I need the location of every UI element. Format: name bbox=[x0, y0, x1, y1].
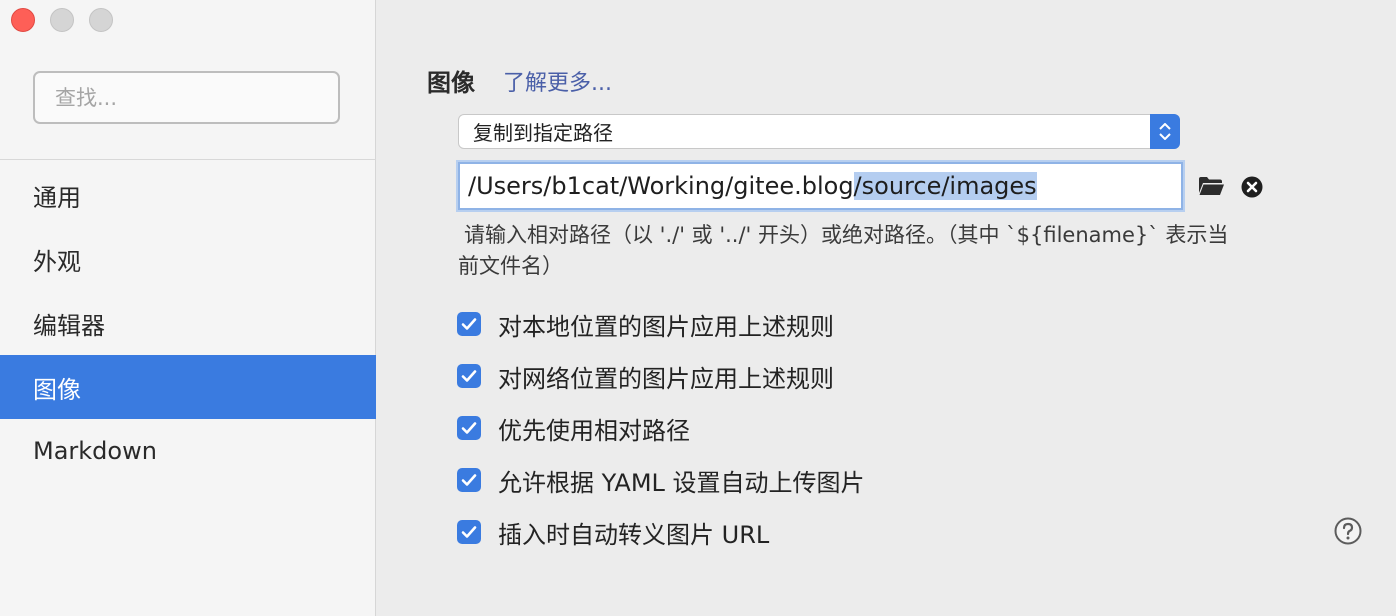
sidebar-item-editor[interactable]: 编辑器 bbox=[0, 291, 376, 355]
options-list: 对本地位置的图片应用上述规则 对网络位置的图片应用上述规则 优先使用相对路径 允… bbox=[457, 298, 865, 558]
sidebar-item-label: 图像 bbox=[33, 375, 81, 404]
minimize-window-button[interactable] bbox=[50, 8, 74, 32]
option-row[interactable]: 允许根据 YAML 设置自动上传图片 bbox=[457, 454, 865, 506]
option-label: 对网络位置的图片应用上述规则 bbox=[498, 364, 834, 393]
checkbox-checked[interactable] bbox=[457, 468, 481, 492]
checkbox-checked[interactable] bbox=[457, 312, 481, 336]
sidebar-divider bbox=[0, 159, 376, 160]
image-path-field[interactable]: /Users/b1cat/Working/gitee.blog/source/i… bbox=[458, 162, 1183, 210]
sidebar-item-label: 外观 bbox=[33, 247, 81, 276]
image-action-select[interactable]: 复制到指定路径 bbox=[458, 114, 1180, 149]
preferences-window: 通用 外观 编辑器 图像 Markdown 图像 了解更多... 复制到指定路径 bbox=[0, 0, 1396, 616]
checkbox-checked[interactable] bbox=[457, 364, 481, 388]
maximize-window-button[interactable] bbox=[89, 8, 113, 32]
sidebar-nav: 通用 外观 编辑器 图像 Markdown bbox=[0, 163, 376, 483]
clear-icon[interactable] bbox=[1241, 176, 1263, 198]
folder-icon[interactable] bbox=[1198, 176, 1225, 196]
sidebar-item-label: Markdown bbox=[33, 437, 157, 465]
help-icon[interactable] bbox=[1334, 517, 1362, 545]
option-label: 允许根据 YAML 设置自动上传图片 bbox=[498, 468, 865, 497]
sidebar-item-image[interactable]: 图像 bbox=[0, 355, 376, 419]
sidebar: 通用 外观 编辑器 图像 Markdown bbox=[0, 0, 376, 616]
checkmark-icon bbox=[461, 370, 477, 382]
option-label: 优先使用相对路径 bbox=[498, 416, 690, 445]
stepper-icon[interactable] bbox=[1150, 114, 1180, 149]
path-hint: 请输入相对路径（以 './' 或 '../' 开头）或绝对路径。（其中 `${f… bbox=[458, 220, 1348, 282]
checkmark-icon bbox=[461, 526, 477, 538]
search-box[interactable] bbox=[33, 71, 340, 124]
path-selected-text: /source/images bbox=[853, 172, 1037, 200]
path-text: /Users/b1cat/Working/gitee.blog bbox=[468, 172, 854, 200]
checkmark-icon bbox=[461, 422, 477, 434]
option-row[interactable]: 插入时自动转义图片 URL bbox=[457, 506, 865, 558]
sidebar-item-label: 编辑器 bbox=[33, 311, 105, 340]
search-input[interactable] bbox=[53, 84, 338, 111]
sidebar-item-markdown[interactable]: Markdown bbox=[0, 419, 376, 483]
settings-panel: 图像 了解更多... 复制到指定路径 /Users/b1cat/Working/… bbox=[377, 0, 1396, 616]
close-window-button[interactable] bbox=[11, 8, 35, 32]
option-label: 对本地位置的图片应用上述规则 bbox=[498, 312, 834, 341]
option-row[interactable]: 对网络位置的图片应用上述规则 bbox=[457, 350, 865, 402]
learn-more-link[interactable]: 了解更多... bbox=[503, 65, 612, 97]
sidebar-item-appearance[interactable]: 外观 bbox=[0, 227, 376, 291]
option-label: 插入时自动转义图片 URL bbox=[498, 520, 770, 549]
checkbox-checked[interactable] bbox=[457, 520, 481, 544]
path-hint-line1: 请输入相对路径（以 './' 或 '../' 开头）或绝对路径。（其中 `${f… bbox=[464, 223, 1229, 247]
window-controls bbox=[11, 8, 113, 32]
checkbox-checked[interactable] bbox=[457, 416, 481, 440]
option-row[interactable]: 对本地位置的图片应用上述规则 bbox=[457, 298, 865, 350]
checkmark-icon bbox=[461, 318, 477, 330]
sidebar-item-label: 通用 bbox=[33, 183, 81, 212]
option-row[interactable]: 优先使用相对路径 bbox=[457, 402, 865, 454]
checkmark-icon bbox=[461, 474, 477, 486]
path-hint-line2: 前文件名） bbox=[458, 254, 563, 278]
sidebar-item-general[interactable]: 通用 bbox=[0, 163, 376, 227]
section-title: 图像 bbox=[427, 69, 475, 97]
select-value: 复制到指定路径 bbox=[473, 121, 613, 145]
